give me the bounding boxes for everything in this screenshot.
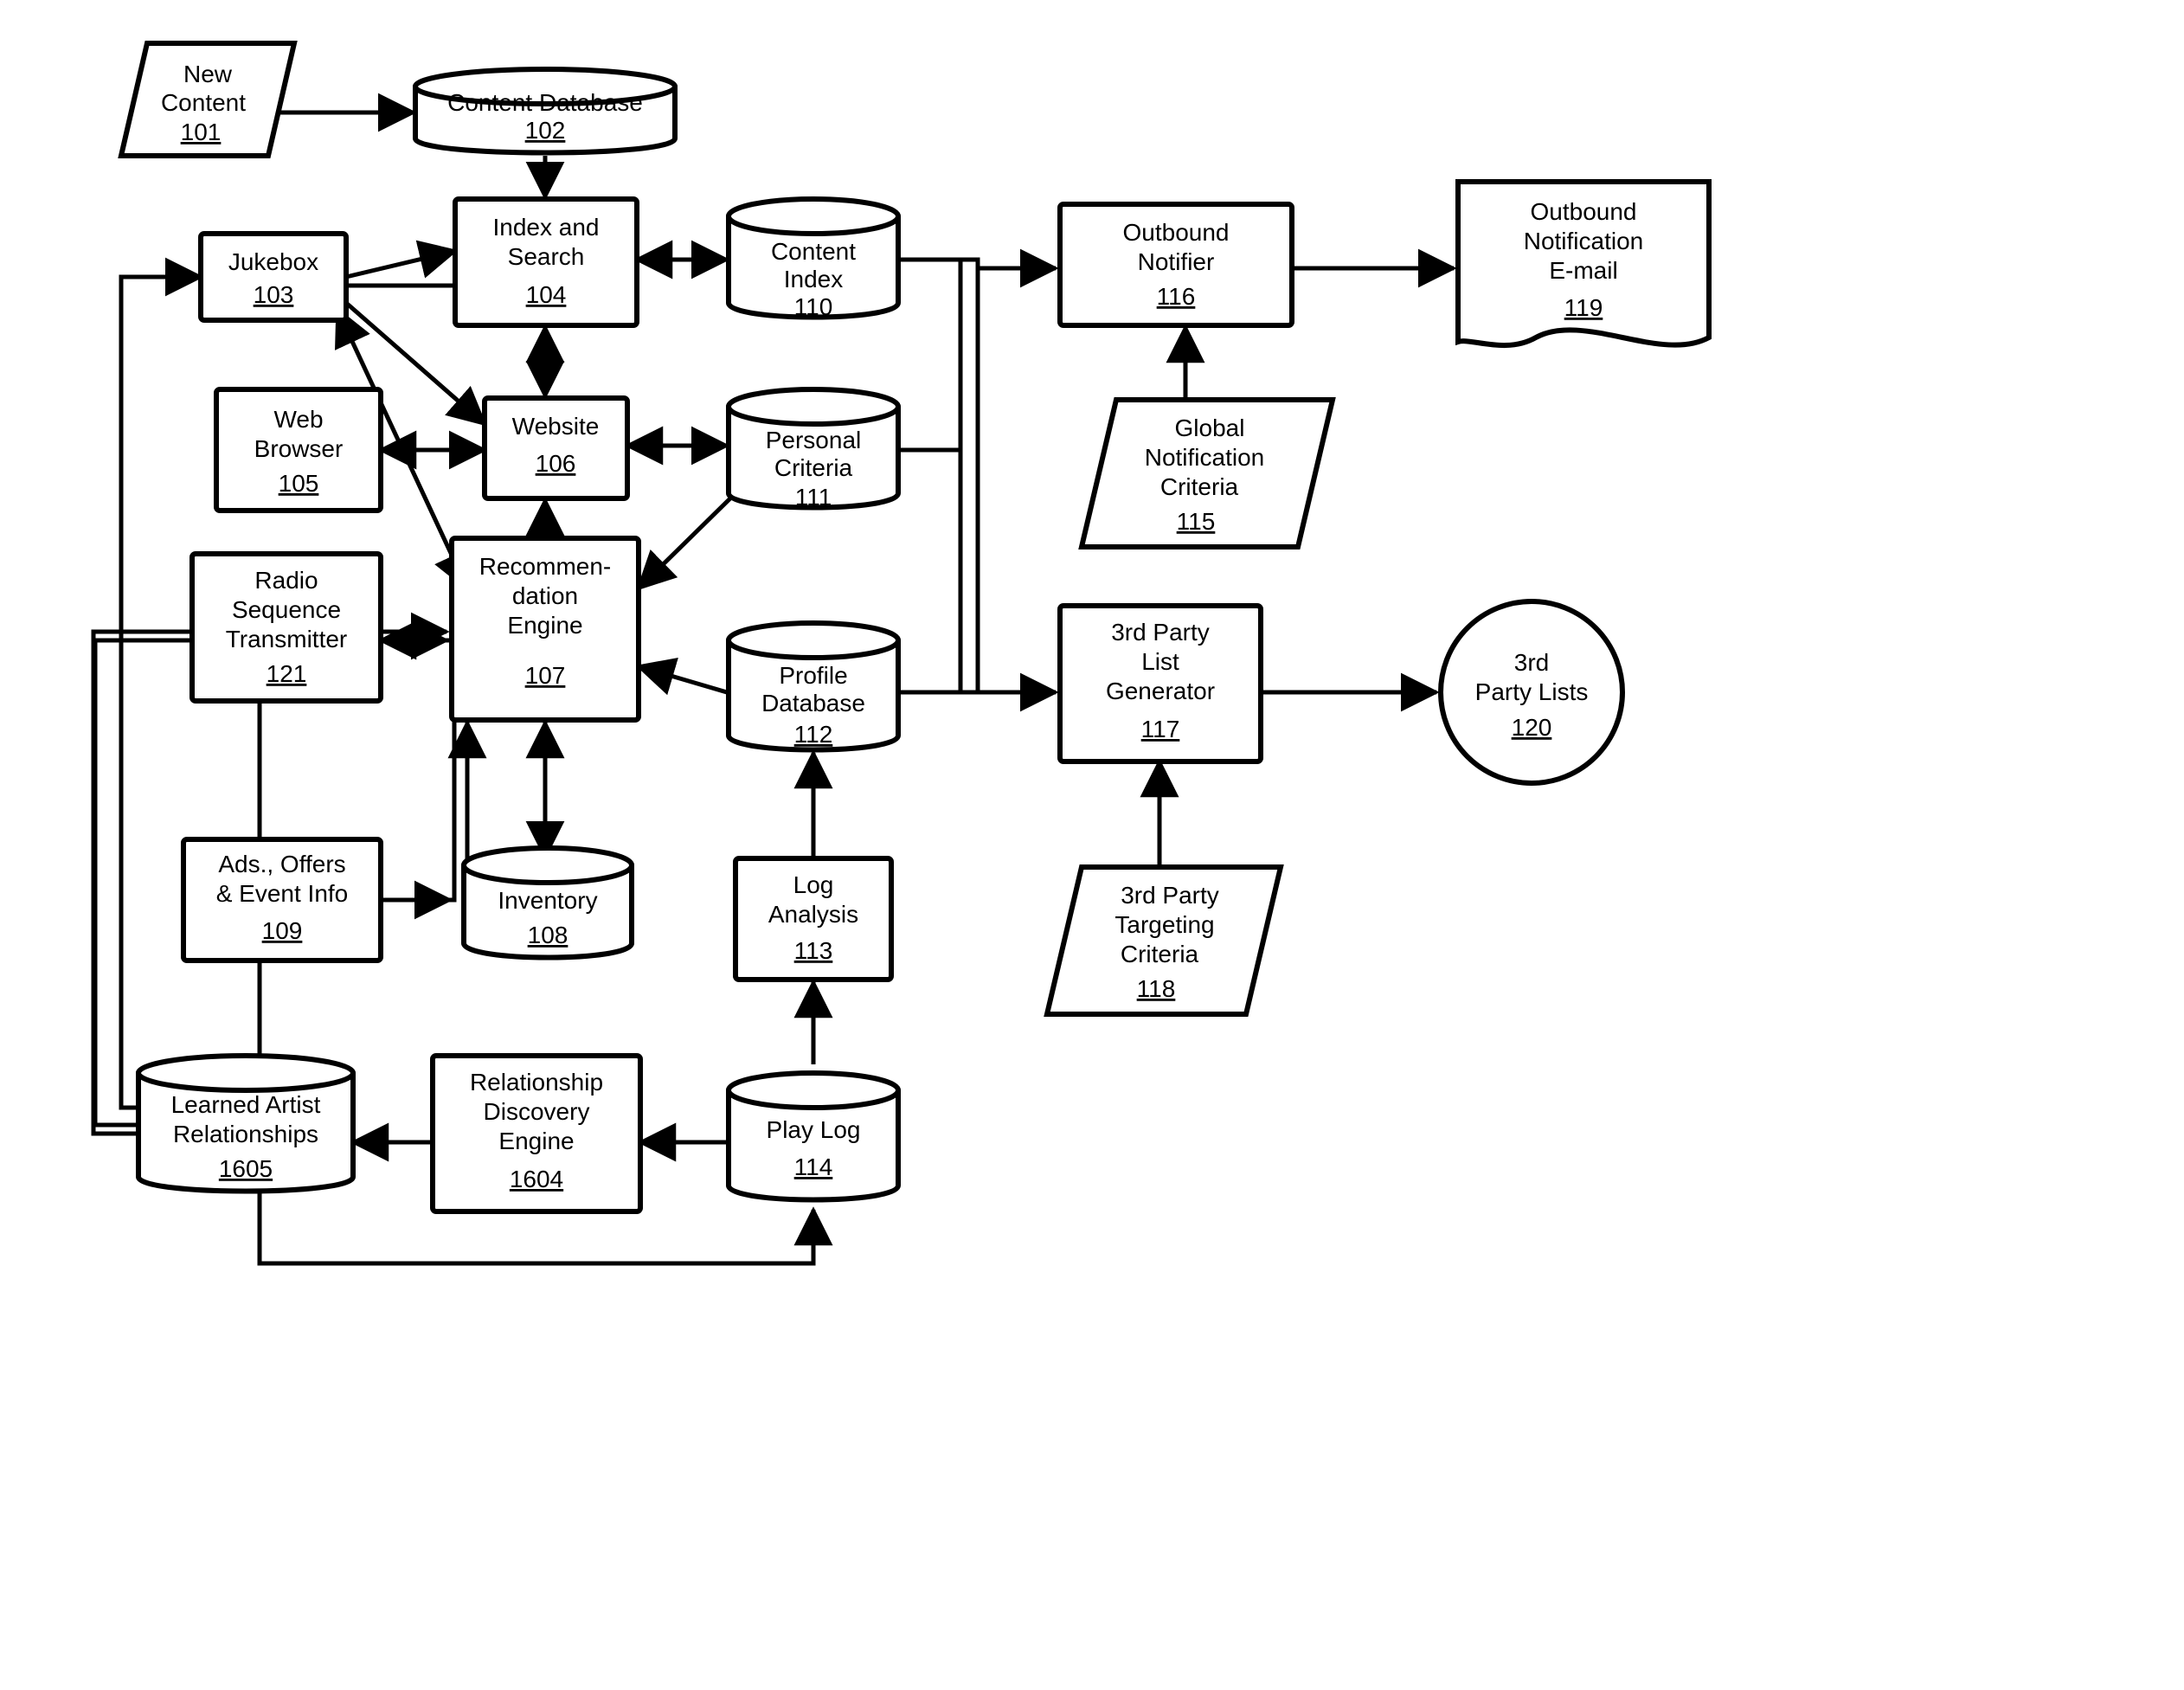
svg-text:Content: Content <box>771 238 856 265</box>
svg-text:Outbound: Outbound <box>1123 219 1230 246</box>
svg-text:Ads., Offers: Ads., Offers <box>218 851 345 877</box>
svg-text:104: 104 <box>526 281 567 308</box>
svg-text:109: 109 <box>262 917 303 944</box>
node-content-database: Content Database 102 <box>415 69 675 153</box>
svg-text:dation: dation <box>512 582 578 609</box>
svg-text:Radio: Radio <box>254 567 318 594</box>
svg-text:115: 115 <box>1177 508 1216 535</box>
node-outbound-email: Outbound Notification E-mail 119 <box>1458 182 1709 345</box>
node-personal-criteria: Personal Criteria 111 <box>729 389 898 511</box>
svg-text:Inventory: Inventory <box>498 887 597 914</box>
svg-text:Search: Search <box>508 243 585 270</box>
node-recommendation-engine: Recommen- dation Engine 107 <box>452 538 639 720</box>
system-diagram: New Content 101 Content Database 102 Juk… <box>0 0 2184 1690</box>
svg-text:3rd Party: 3rd Party <box>1121 882 1219 909</box>
svg-text:Web: Web <box>273 406 323 433</box>
node-website: Website 106 <box>485 398 627 498</box>
svg-text:111: 111 <box>795 484 832 511</box>
node-relationship-discovery: Relationship Discovery Engine 1604 <box>433 1056 640 1211</box>
svg-text:E-mail: E-mail <box>1549 257 1617 284</box>
svg-text:Relationship: Relationship <box>470 1069 603 1096</box>
svg-text:116: 116 <box>1157 283 1196 310</box>
svg-text:Database: Database <box>761 690 865 716</box>
svg-text:112: 112 <box>794 721 833 748</box>
svg-text:Relationships: Relationships <box>173 1121 318 1147</box>
node-list-generator: 3rd Party List Generator 117 <box>1060 606 1261 761</box>
svg-text:118: 118 <box>1137 975 1176 1002</box>
svg-text:114: 114 <box>794 1153 833 1180</box>
svg-text:Jukebox: Jukebox <box>228 248 318 275</box>
node-profile-database: Profile Database 112 <box>729 623 898 750</box>
svg-text:106: 106 <box>536 450 576 477</box>
svg-text:121: 121 <box>267 660 307 687</box>
svg-text:Index: Index <box>784 266 844 292</box>
svg-text:Criteria: Criteria <box>1121 941 1199 967</box>
node-global-criteria: Global Notification Criteria 115 <box>1082 400 1333 547</box>
svg-text:3rd: 3rd <box>1514 649 1549 676</box>
svg-text:Global: Global <box>1175 414 1245 441</box>
svg-text:Outbound: Outbound <box>1531 198 1637 225</box>
svg-text:Party Lists: Party Lists <box>1475 678 1589 705</box>
svg-text:Learned Artist: Learned Artist <box>171 1091 321 1118</box>
node-targeting-criteria: 3rd Party Targeting Criteria 118 <box>1047 867 1281 1014</box>
svg-text:110: 110 <box>794 293 833 320</box>
svg-text:Log: Log <box>793 871 834 898</box>
node-outbound-notifier: Outbound Notifier 116 <box>1060 204 1292 325</box>
svg-text:Notification: Notification <box>1145 444 1265 471</box>
svg-text:Generator: Generator <box>1106 678 1215 704</box>
svg-text:Engine: Engine <box>498 1128 574 1154</box>
svg-text:List: List <box>1141 648 1179 675</box>
svg-text:Notification: Notification <box>1524 228 1644 254</box>
ref-101: 101 <box>181 119 222 145</box>
node-content-index: Content Index 110 <box>729 199 898 320</box>
svg-text:Personal: Personal <box>766 427 862 453</box>
svg-text:Analysis: Analysis <box>768 901 858 928</box>
svg-text:Sequence: Sequence <box>232 596 341 623</box>
svg-text:102: 102 <box>525 117 566 144</box>
svg-text:Recommen-: Recommen- <box>479 553 611 580</box>
node-index-search: Index and Search 104 <box>455 199 637 325</box>
svg-text:& Event Info: & Event Info <box>216 880 349 907</box>
svg-text:Engine: Engine <box>507 612 582 639</box>
svg-text:1605: 1605 <box>219 1155 273 1182</box>
svg-text:103: 103 <box>254 281 294 308</box>
node-new-content: New Content 101 <box>121 43 294 156</box>
svg-text:Transmitter: Transmitter <box>226 626 348 652</box>
svg-text:Profile: Profile <box>779 662 847 689</box>
node-learned-relationships: Learned Artist Relationships 1605 <box>138 1056 353 1192</box>
svg-text:Index and: Index and <box>493 214 600 241</box>
svg-text:Browser: Browser <box>254 435 344 462</box>
svg-text:New: New <box>183 61 233 87</box>
svg-text:120: 120 <box>1512 714 1552 741</box>
svg-text:105: 105 <box>279 470 319 497</box>
node-party-lists: 3rd Party Lists 120 <box>1441 601 1622 783</box>
svg-text:Notifier: Notifier <box>1138 248 1215 275</box>
svg-text:Discovery: Discovery <box>484 1098 590 1125</box>
node-log-analysis: Log Analysis 113 <box>735 858 891 980</box>
svg-text:119: 119 <box>1564 294 1603 321</box>
svg-text:1604: 1604 <box>510 1166 563 1192</box>
svg-text:3rd Party: 3rd Party <box>1111 619 1210 646</box>
svg-text:Content Database: Content Database <box>447 89 643 116</box>
node-ads-offers: Ads., Offers & Event Info 109 <box>183 839 381 961</box>
svg-text:Criteria: Criteria <box>1160 473 1239 500</box>
svg-text:Criteria: Criteria <box>774 454 853 481</box>
svg-text:117: 117 <box>1141 716 1180 742</box>
node-inventory: Inventory 108 <box>464 848 632 958</box>
svg-text:Website: Website <box>512 413 600 440</box>
svg-text:Targeting: Targeting <box>1114 911 1214 938</box>
node-web-browser: Web Browser 105 <box>216 389 381 511</box>
node-radio-transmitter: Radio Sequence Transmitter 121 <box>192 554 381 701</box>
svg-text:113: 113 <box>794 937 833 964</box>
svg-text:Content: Content <box>161 89 246 116</box>
svg-text:107: 107 <box>525 662 566 689</box>
svg-text:108: 108 <box>528 922 568 948</box>
node-play-log: Play Log 114 <box>729 1073 898 1200</box>
svg-text:Play Log: Play Log <box>767 1116 861 1143</box>
node-jukebox: Jukebox 103 <box>201 234 346 320</box>
